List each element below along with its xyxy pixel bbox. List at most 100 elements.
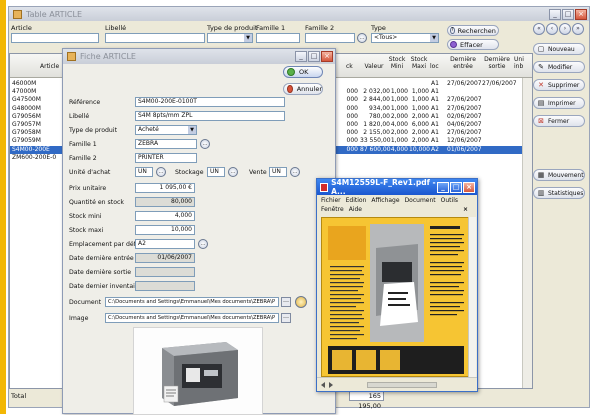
vente-lookup-icon[interactable]: … [290,167,300,177]
filter-famille1-input[interactable] [256,33,300,43]
prev-record-icon[interactable]: ‹ [546,23,558,35]
imprimer-button[interactable]: ▤ Imprimer [533,97,585,109]
modifier-button[interactable]: ✎ Modifier [533,61,585,73]
last-record-icon[interactable]: » [572,23,584,35]
rechercher-button[interactable]: ? Recherchen [447,25,499,36]
pdf-minimize-button[interactable]: _ [437,181,449,193]
image-browse-button[interactable]: … [281,313,291,323]
grid-scrollbar[interactable] [522,78,532,388]
pdf-doc-close-icon[interactable]: × [463,205,468,214]
unite-achat-field[interactable]: UN [135,167,153,177]
ok-button[interactable]: OK [283,66,323,78]
col-unit[interactable]: Uni inb [514,56,524,70]
stock-maxi-field[interactable]: 10,000 [135,225,195,235]
cell-valeur: 1 820,00 [363,121,390,128]
nouveau-button[interactable]: ▢ Nouveau [533,43,585,55]
cell-stock-mini: 1,000 [390,137,408,145]
mouvement-button[interactable]: ▦ Mouvement [533,169,585,181]
reference-field[interactable]: S4M00-200E-0100T [135,97,285,107]
stock-mini-field[interactable]: 4,000 [135,211,195,221]
fermer-button[interactable]: ⊠ Fermer [533,115,585,127]
menu-edition[interactable]: Edition [346,197,367,204]
libelle-field[interactable]: S4M 8pts/mm ZPL [135,111,285,121]
menu-document[interactable]: Document [405,197,436,204]
menu-outils[interactable]: Outils [441,197,458,204]
filter-type-select[interactable]: <Tous> ▼ [371,33,439,43]
famille2-label: Famille 2 [69,155,97,162]
minimize-button[interactable]: _ [549,8,561,20]
col-stock-maxi[interactable]: Stock Maxi [410,56,428,70]
next-page-icon[interactable] [329,381,333,388]
cell-stock-maxi: 10,000 [409,145,430,153]
col-derniere-sortie[interactable]: Dernière sortie [482,56,512,70]
cell-derniere-entree: 27/06/2007 [447,104,482,112]
first-record-icon[interactable]: « [533,23,545,35]
cell-derniere-entree: 27/06/2007 [447,80,482,87]
left-accent-stripe [0,0,6,414]
filter-libelle-input[interactable] [105,33,205,43]
filter-famille2-input[interactable] [305,33,355,43]
navigation-buttons: « ‹ › » [533,23,584,35]
pdf-scrollbar[interactable] [468,217,476,377]
filter-lookup-icon[interactable]: … [357,33,367,43]
image-field[interactable]: C:\Documents and Settings\Emmanuel\Mes d… [105,313,279,323]
menu-aide[interactable]: Aide [349,206,362,213]
unite-achat-lookup-icon[interactable]: … [156,167,166,177]
col-derniere-entree[interactable]: Dernière entrée [448,56,478,70]
emplacement-field[interactable]: A2 [135,239,195,249]
filter-type-produit-select[interactable]: ▼ [207,33,253,43]
document-browse-button[interactable]: … [281,297,291,307]
col-stock-mini[interactable]: Stock Mini [388,56,406,70]
effacer-button[interactable]: Effacer [447,39,499,50]
emplacement-lookup-icon[interactable]: … [198,239,208,249]
cell-loc: A1 [431,121,439,128]
cell-loc: A1 [431,137,439,145]
prix-unitaire-field[interactable]: 1 095,00 € [135,183,195,193]
prev-page-icon[interactable] [321,381,325,388]
col-loc[interactable]: loc [430,63,439,70]
cell-stock-maxi: 2,000 [411,129,429,137]
type-produit-select[interactable]: Acheté ▼ [135,125,197,135]
famille2-field[interactable]: PRINTER [135,153,197,163]
menu-fenetre[interactable]: Fenêtre [321,206,344,213]
col-valeur[interactable]: Valeur [362,63,386,70]
libelle-label: Libellé [69,113,90,120]
maximize-button[interactable]: □ [562,8,574,20]
stockage-lookup-icon[interactable]: … [228,167,238,177]
supprimer-button[interactable]: ✕ Supprimer [533,79,585,91]
vente-label: Vente [249,169,267,176]
fiche-maximize-button[interactable]: □ [308,51,320,62]
famille1-lookup-icon[interactable]: … [200,139,210,149]
pdf-maximize-button[interactable]: □ [450,181,462,193]
app-icon [13,9,22,19]
annuler-button[interactable]: Annuler [283,83,323,95]
pdf-horizontal-scrollbar[interactable] [367,381,437,388]
movement-icon: ▦ [537,171,545,179]
statistiques-button[interactable]: ▥ Statistiques [533,187,585,199]
document-field[interactable]: C:\Documents and Settings\Emmanuel\Mes d… [105,297,279,307]
fiche-minimize-button[interactable]: _ [295,51,307,62]
stock-mini-label: Stock mini [69,213,102,220]
vente-field[interactable]: UN [269,167,287,177]
famille1-field[interactable]: ZEBRA [135,139,197,149]
pdf-close-button[interactable]: × [463,181,475,193]
cell-ck: 000 [346,96,358,104]
cell-stock-mini: 4,000 [390,145,408,153]
close-button[interactable]: × [575,8,587,20]
dernier-inventaire-field [135,281,195,291]
filter-article-input[interactable] [11,33,99,43]
modifier-label: Modifier [548,63,573,71]
cell-stock-mini: 4,000 [390,121,408,128]
col-article[interactable]: Article [40,63,59,70]
stockage-field[interactable]: UN [207,167,225,177]
cell-valeur: 87 600,00 [360,145,391,153]
next-record-icon[interactable]: › [559,23,571,35]
open-document-icon[interactable] [295,296,307,308]
menu-affichage[interactable]: Affichage [371,197,399,204]
col-ck[interactable]: ck [346,63,353,70]
fiche-close-button[interactable]: × [321,51,333,62]
menu-fichier[interactable]: Fichier [321,197,341,204]
cell-derniere-sortie: 27/06/2007 [482,80,517,87]
cancel-icon [287,85,293,93]
cell-valeur: 2 032,00 [363,88,390,96]
